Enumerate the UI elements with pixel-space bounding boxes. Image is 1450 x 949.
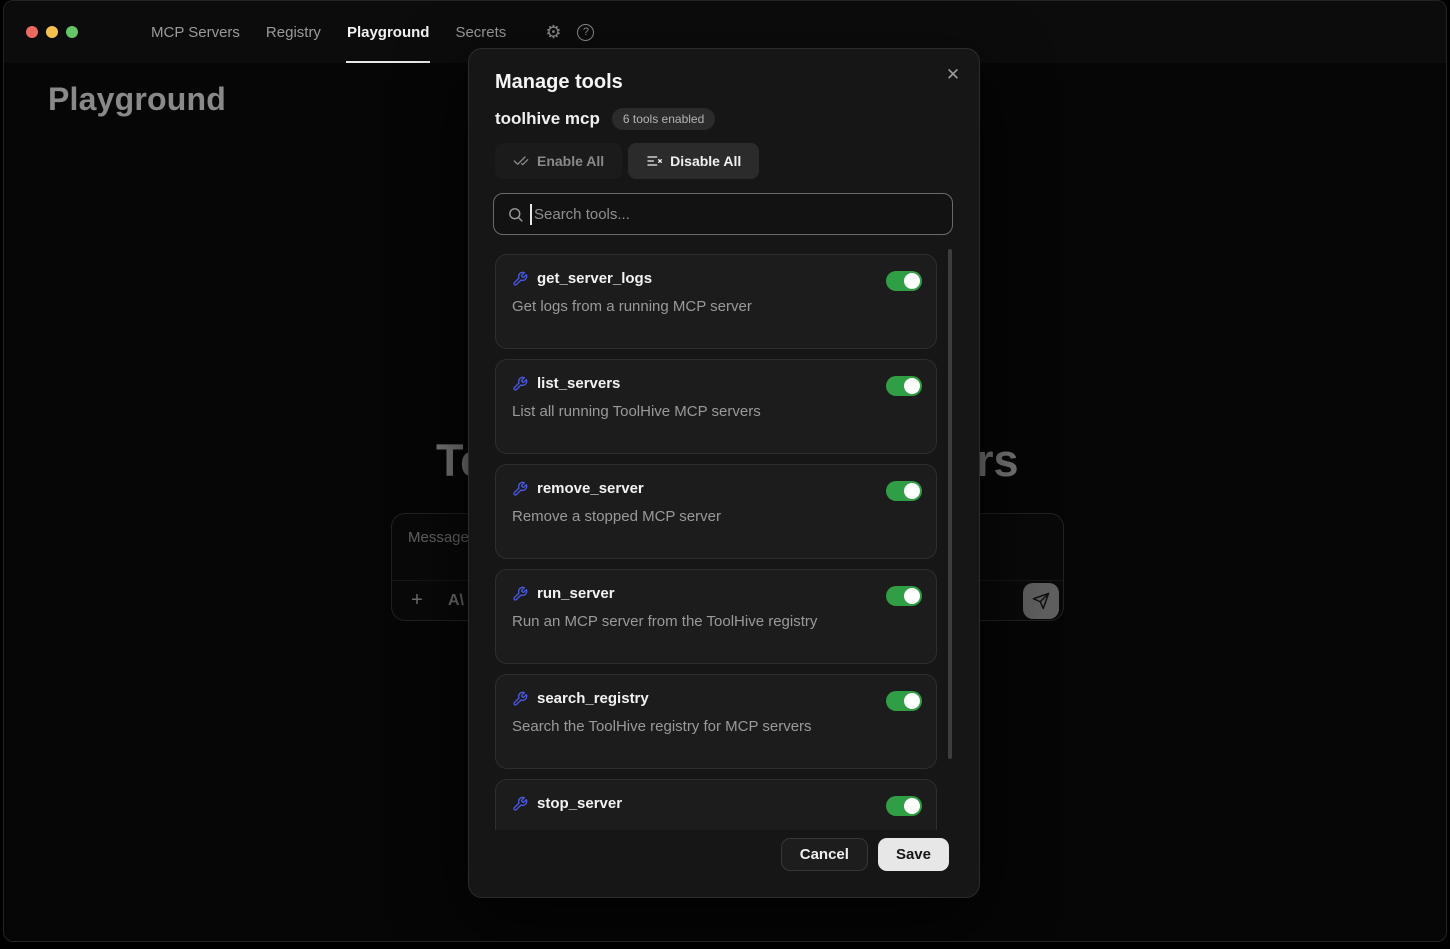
tool-card: search_registry Search the ToolHive regi… [495, 674, 937, 769]
zoom-window-button[interactable] [66, 26, 78, 38]
save-button[interactable]: Save [878, 838, 949, 871]
toggle-knob [904, 693, 920, 709]
dialog-title: Manage tools [495, 71, 623, 94]
search-tools-input[interactable] [494, 194, 952, 234]
tab-mcp-servers[interactable]: MCP Servers [150, 1, 241, 63]
disable-all-label: Disable All [670, 153, 741, 169]
toggle-knob [904, 483, 920, 499]
tool-card: get_server_logs Get logs from a running … [495, 254, 937, 349]
wrench-icon [512, 271, 528, 287]
tool-description: Get logs from a running MCP server [512, 298, 920, 315]
manage-tools-dialog: Manage tools ✕ toolhive mcp 6 tools enab… [468, 48, 980, 898]
tool-card-header: run_server [512, 585, 920, 602]
server-row: toolhive mcp 6 tools enabled [495, 108, 715, 130]
tool-toggle[interactable] [886, 271, 922, 291]
header-icons: ⚙ ? [545, 23, 594, 41]
help-icon[interactable]: ? [577, 24, 594, 41]
tool-name: list_servers [537, 375, 620, 392]
tool-description: Search the ToolHive registry for MCP ser… [512, 718, 920, 735]
tool-card-header: list_servers [512, 375, 920, 392]
tool-toggle[interactable] [886, 691, 922, 711]
toggle-knob [904, 588, 920, 604]
tool-card: stop_server [495, 779, 937, 830]
dialog-footer: Cancel Save [781, 838, 949, 871]
tool-card-header: search_registry [512, 690, 920, 707]
bulk-actions: Enable All Disable All [495, 143, 759, 179]
enable-all-button[interactable]: Enable All [495, 143, 622, 179]
tool-name: search_registry [537, 690, 649, 707]
tool-card-header: get_server_logs [512, 270, 920, 287]
tool-toggle[interactable] [886, 796, 922, 816]
tab-registry[interactable]: Registry [265, 1, 322, 63]
toggle-knob [904, 378, 920, 394]
tool-name: get_server_logs [537, 270, 652, 287]
check-check-icon [513, 153, 529, 169]
cancel-button[interactable]: Cancel [781, 838, 868, 871]
tab-playground[interactable]: Playground [346, 1, 431, 63]
tool-toggle[interactable] [886, 586, 922, 606]
desktop: MCP Servers Registry Playground Secrets … [0, 0, 1450, 949]
tool-list[interactable]: get_server_logs Get logs from a running … [495, 254, 937, 830]
main-nav: MCP Servers Registry Playground Secrets [150, 1, 507, 63]
wrench-icon [512, 376, 528, 392]
tool-toggle[interactable] [886, 481, 922, 501]
toggle-knob [904, 273, 920, 289]
wrench-icon [512, 481, 528, 497]
wrench-icon [512, 691, 528, 707]
minimize-window-button[interactable] [46, 26, 58, 38]
server-name: toolhive mcp [495, 109, 600, 129]
wrench-icon [512, 586, 528, 602]
tool-card: list_servers List all running ToolHive M… [495, 359, 937, 454]
tool-toggle[interactable] [886, 376, 922, 396]
disable-all-button[interactable]: Disable All [628, 143, 759, 179]
toggle-knob [904, 798, 920, 814]
tool-card: run_server Run an MCP server from the To… [495, 569, 937, 664]
scrollbar-thumb[interactable] [948, 249, 952, 759]
tool-card-header: remove_server [512, 480, 920, 497]
tool-description: Run an MCP server from the ToolHive regi… [512, 613, 920, 630]
tool-description: List all running ToolHive MCP servers [512, 403, 920, 420]
enable-all-label: Enable All [537, 153, 604, 169]
tool-card-header: stop_server [512, 795, 920, 812]
close-window-button[interactable] [26, 26, 38, 38]
tool-card: remove_server Remove a stopped MCP serve… [495, 464, 937, 559]
wrench-icon [512, 796, 528, 812]
app-window: MCP Servers Registry Playground Secrets … [3, 0, 1447, 942]
close-icon[interactable]: ✕ [941, 63, 965, 87]
tools-enabled-badge: 6 tools enabled [612, 108, 715, 130]
tool-name: remove_server [537, 480, 644, 497]
list-x-icon [646, 153, 662, 169]
tool-description: Remove a stopped MCP server [512, 508, 920, 525]
tool-name: run_server [537, 585, 615, 602]
search-box [493, 193, 953, 235]
traffic-lights [26, 26, 78, 38]
tool-name: stop_server [537, 795, 622, 812]
settings-gear-icon[interactable]: ⚙ [545, 23, 561, 41]
